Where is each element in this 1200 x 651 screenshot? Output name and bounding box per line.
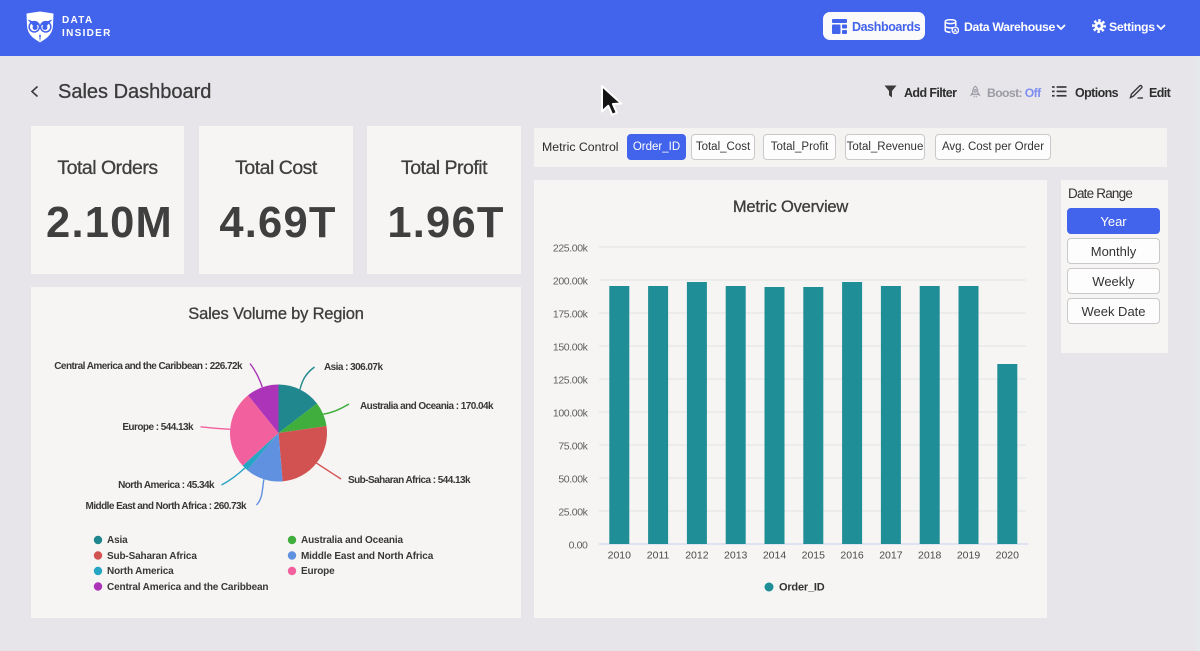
svg-text:225.00k: 225.00k [553,243,589,255]
svg-text:2011: 2011 [647,550,670,562]
svg-text:2010: 2010 [608,550,632,562]
svg-text:2017: 2017 [879,550,903,562]
svg-text:200.00k: 200.00k [553,276,589,288]
svg-text:2020: 2020 [996,550,1020,562]
svg-text:2019: 2019 [957,550,981,562]
svg-text:150.00k: 150.00k [553,342,589,354]
svg-text:175.00k: 175.00k [553,309,589,321]
svg-text:2015: 2015 [802,550,826,562]
svg-text:75.00k: 75.00k [558,441,588,453]
svg-text:125.00k: 125.00k [553,375,589,387]
svg-text:2013: 2013 [724,550,748,562]
svg-text:25.00k: 25.00k [558,507,588,519]
svg-text:2018: 2018 [918,550,942,562]
svg-text:50.00k: 50.00k [558,474,588,486]
svg-text:0.00: 0.00 [569,540,588,552]
svg-text:100.00k: 100.00k [553,408,589,420]
svg-text:2012: 2012 [685,550,709,562]
svg-text:Order_ID: Order_ID [779,582,825,594]
svg-text:2016: 2016 [840,550,864,562]
svg-text:2014: 2014 [763,550,787,562]
